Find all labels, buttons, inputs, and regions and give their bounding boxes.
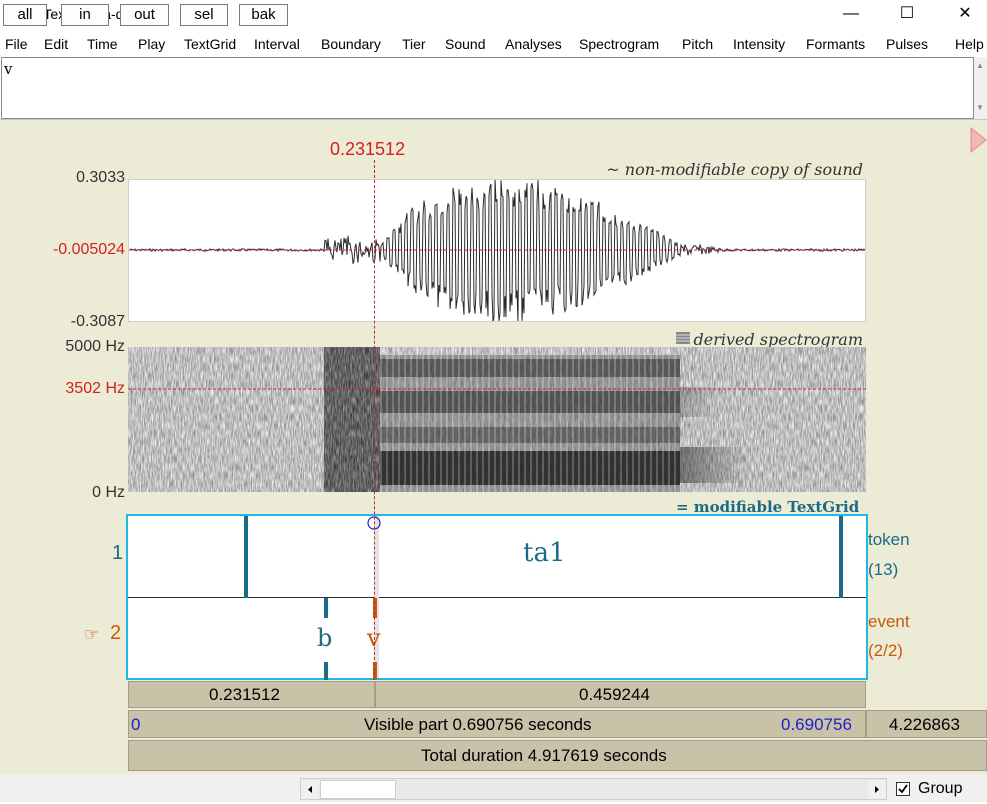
tier2-point-b-top[interactable] (324, 598, 328, 618)
waveform-ycursor-label: -0.005024 (52, 241, 125, 258)
scroll-up-icon[interactable]: ▲ (976, 61, 984, 70)
group-label: Group (918, 780, 963, 797)
menu-play[interactable]: Play (138, 36, 165, 52)
menu-analyses[interactable]: Analyses (505, 36, 562, 52)
tier1-interval-label[interactable]: ta1 (523, 538, 566, 568)
maximize-button[interactable]: ☐ (884, 0, 930, 30)
tier-separator (128, 597, 866, 598)
menu-sound[interactable]: Sound (445, 36, 485, 52)
menu-bar: File Edit Time Play TextGrid Interval Bo… (0, 33, 987, 55)
tier2-name: event (868, 612, 910, 631)
segment-left-duration: 0.231512 (209, 685, 280, 704)
menu-time[interactable]: Time (87, 36, 118, 52)
spectrogram-panel[interactable] (128, 347, 866, 492)
time-cursor-line (374, 160, 375, 680)
play-marker-icon[interactable] (969, 125, 987, 155)
tier1-name: token (868, 530, 910, 549)
waveform-ymin-label: -0.3087 (70, 313, 125, 330)
visible-part-bar[interactable]: 0 Visible part 0.690756 seconds 0.690756 (128, 710, 866, 738)
waveform-title: ~ non-modifiable copy of sound (606, 160, 863, 179)
label-text-value[interactable]: v (4, 60, 12, 78)
group-checkbox-area[interactable]: Group (890, 774, 987, 802)
menu-intensity[interactable]: Intensity (733, 36, 785, 52)
zoom-sel-button[interactable]: sel (180, 4, 228, 26)
menu-boundary[interactable]: Boundary (321, 36, 381, 52)
menu-file[interactable]: File (5, 36, 28, 52)
menu-tier[interactable]: Tier (402, 36, 426, 52)
waveform-panel[interactable] (128, 178, 866, 323)
spectrogram-fmax-label: 5000 Hz (65, 338, 125, 355)
zoom-back-button[interactable]: bak (239, 4, 288, 26)
zoom-in-button[interactable]: in (61, 4, 109, 26)
total-duration-label: Total duration 4.917619 seconds (421, 746, 667, 765)
total-duration-bar[interactable]: Total duration 4.917619 seconds (128, 740, 987, 771)
tier2-point-label-b[interactable]: b (317, 624, 332, 652)
scroll-right-button[interactable] (868, 780, 886, 799)
spectrogram-fcursor-label: 3502 Hz (65, 380, 125, 397)
label-text-field[interactable]: v (1, 57, 974, 119)
visible-part-label: Visible part 0.690756 seconds (364, 715, 592, 734)
minimize-button[interactable]: — (828, 0, 874, 30)
remaining-duration: 4.226863 (889, 715, 960, 734)
tier2-count: (2/2) (868, 641, 903, 660)
tier1-count: (13) (868, 560, 899, 579)
zoom-out-button[interactable]: out (120, 4, 169, 26)
zoom-all-button[interactable]: all (3, 4, 47, 26)
visible-start-time: 0 (131, 715, 141, 734)
segment-right-duration: 0.459244 (579, 685, 650, 704)
tier1-number[interactable]: 1 (112, 542, 123, 565)
scroll-left-icon (308, 786, 312, 793)
waveform-trace (128, 178, 866, 323)
tier1-boundary-end[interactable] (839, 516, 843, 598)
scroll-right-icon (875, 786, 879, 793)
menu-help[interactable]: Help (955, 36, 984, 52)
close-button[interactable]: ✕ (942, 0, 987, 30)
scroll-left-button[interactable] (301, 780, 319, 799)
tier2-point-b-bottom[interactable] (324, 662, 328, 680)
textgrid-panel[interactable]: ta1 b v (126, 514, 868, 680)
menu-interval[interactable]: Interval (254, 36, 300, 52)
group-checkbox[interactable] (896, 782, 910, 796)
menu-edit[interactable]: Edit (44, 36, 68, 52)
tier1-boundary-start[interactable] (244, 516, 248, 598)
scroll-down-icon[interactable]: ▼ (976, 103, 984, 112)
visible-end-time: 0.690756 (781, 715, 852, 734)
segment-left-bar[interactable]: 0.231512 (128, 681, 375, 708)
spectrogram-fmin-label: 0 Hz (92, 484, 125, 501)
spectrogram-image (128, 347, 866, 492)
editor-area: 0.231512 ~ non-modifiable copy of sound … (0, 119, 987, 775)
segment-right-bar[interactable]: 0.459244 (375, 681, 866, 708)
cursor-time-label: 0.231512 (330, 139, 406, 159)
spectrogram-swatch-icon (676, 332, 690, 344)
waveform-ymax-label: 0.3033 (76, 169, 125, 186)
text-field-scrollbar[interactable]: ▲ ▼ (974, 57, 987, 119)
menu-textgrid[interactable]: TextGrid (184, 36, 236, 52)
menu-spectrogram[interactable]: Spectrogram (579, 36, 659, 52)
menu-pitch[interactable]: Pitch (682, 36, 713, 52)
menu-pulses[interactable]: Pulses (886, 36, 928, 52)
scrollbar-thumb[interactable] (320, 780, 396, 799)
tier2-number[interactable]: 2 (110, 622, 121, 645)
menu-formants[interactable]: Formants (806, 36, 865, 52)
tier2-pointer-icon: ☞ (84, 625, 100, 644)
remaining-bar[interactable]: 4.226863 (866, 710, 987, 738)
